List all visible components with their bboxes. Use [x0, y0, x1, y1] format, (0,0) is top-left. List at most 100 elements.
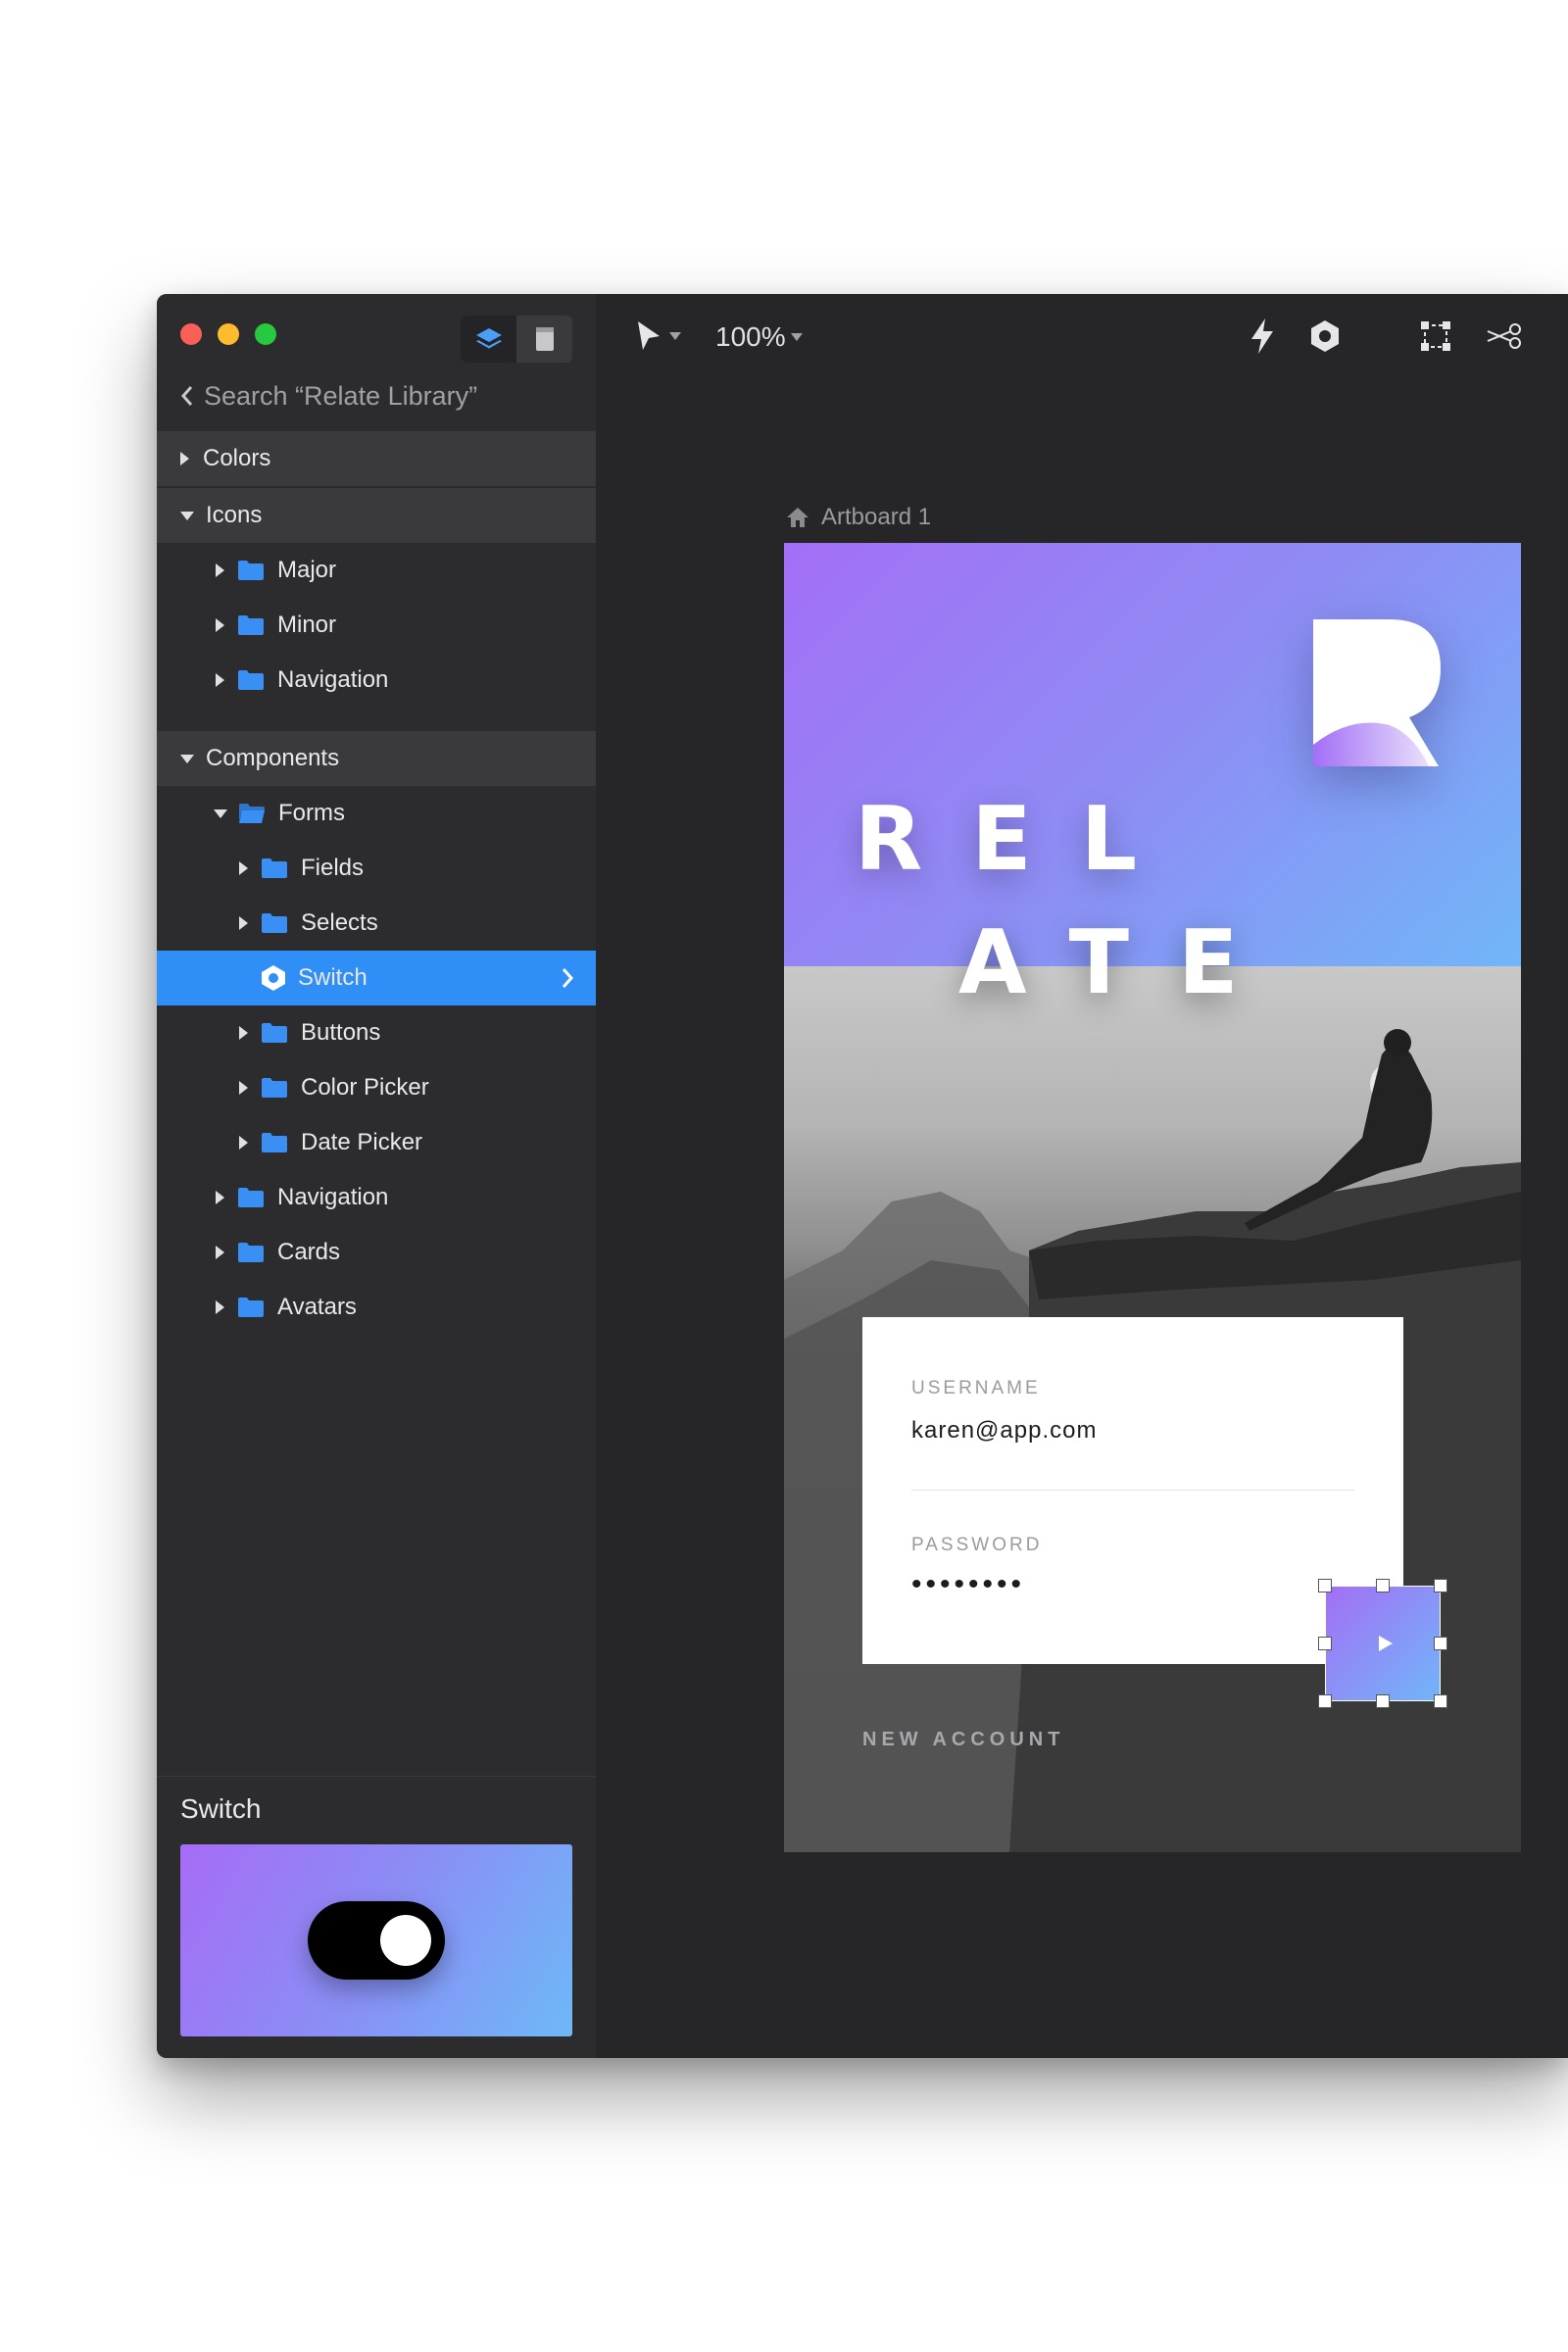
caret-down-icon: [180, 511, 194, 520]
resize-handle[interactable]: [1318, 1579, 1332, 1592]
component-preview[interactable]: [180, 1844, 572, 2036]
artboard-label[interactable]: Artboard 1: [786, 504, 931, 531]
resize-handle[interactable]: [1434, 1694, 1447, 1708]
tree-label: Selects: [301, 909, 378, 936]
password-field[interactable]: ••••••••: [911, 1568, 1025, 1601]
tree-section-icons[interactable]: Icons: [157, 488, 596, 543]
tree-folder-major[interactable]: Major: [157, 543, 596, 598]
open-folder-icon: [239, 804, 265, 823]
tree-label: Major: [277, 557, 337, 583]
caret-down-icon: [669, 332, 681, 340]
tree-component-switch[interactable]: Switch: [157, 951, 596, 1005]
tree-label: Components: [206, 745, 340, 771]
library-sidebar: Search “Relate Library” Colors Icons Maj…: [157, 294, 596, 2058]
resize-handle[interactable]: [1434, 1579, 1447, 1592]
tree-folder-fields[interactable]: Fields: [157, 841, 596, 896]
tree-label: Cards: [277, 1239, 341, 1265]
folder-icon: [238, 615, 264, 635]
caret-right-icon: [239, 1081, 248, 1095]
relate-logo: [1313, 619, 1441, 766]
caret-right-icon: [216, 618, 224, 632]
tree-label: Date Picker: [301, 1129, 423, 1155]
zoom-level: 100%: [715, 321, 786, 352]
zoom-window-button[interactable]: [255, 323, 276, 345]
tree-label: Switch: [298, 964, 368, 991]
resize-handle[interactable]: [1376, 1694, 1390, 1708]
tree-folder-avatars[interactable]: Avatars: [157, 1280, 596, 1335]
tree-label: Colors: [203, 445, 271, 471]
folder-icon: [262, 1133, 287, 1152]
back-to-search-link[interactable]: Search “Relate Library”: [180, 378, 477, 414]
tree-folder-cards[interactable]: Cards: [157, 1225, 596, 1280]
zoom-dropdown[interactable]: 100%: [715, 321, 804, 353]
resize-handle[interactable]: [1376, 1579, 1390, 1592]
folder-icon: [262, 913, 287, 933]
tree-folder-minor[interactable]: Minor: [157, 598, 596, 653]
tree-section-colors[interactable]: Colors: [157, 431, 596, 486]
tree-label: Minor: [277, 612, 337, 638]
artboard-name: Artboard 1: [821, 504, 932, 530]
app-window: Search “Relate Library” Colors Icons Maj…: [157, 294, 1568, 2058]
preview-title: Switch: [180, 1793, 262, 1824]
new-account-link[interactable]: NEW ACCOUNT: [862, 1729, 1064, 1751]
caret-right-icon: [180, 452, 189, 466]
caret-right-icon: [239, 1026, 248, 1040]
cursor-arrow-icon: [638, 321, 660, 350]
brand-title-line1: REL: [855, 788, 1187, 891]
resize-handle[interactable]: [1318, 1694, 1332, 1708]
tree-section-components[interactable]: Components: [157, 731, 596, 786]
folder-icon: [262, 858, 287, 878]
caret-right-icon: [239, 1136, 248, 1150]
divider: [157, 1776, 596, 1777]
chevron-right-icon[interactable]: [561, 967, 574, 989]
caret-down-icon: [790, 333, 803, 341]
folder-icon: [262, 1023, 287, 1043]
back-label: Search “Relate Library”: [204, 380, 478, 411]
password-label: PASSWORD: [911, 1535, 1043, 1555]
tree-folder-navigation-components[interactable]: Navigation: [157, 1170, 596, 1225]
window-controls: [180, 323, 276, 345]
tree-label: Navigation: [277, 1184, 389, 1210]
brand-title-line2: ATE: [958, 911, 1288, 1014]
caret-right-icon: [239, 916, 248, 930]
tree-folder-buttons[interactable]: Buttons: [157, 1005, 596, 1060]
close-window-button[interactable]: [180, 323, 202, 345]
home-icon: [787, 508, 808, 527]
folder-icon: [238, 670, 264, 690]
toolbar-right: [1249, 318, 1523, 355]
layers-view-button[interactable]: [461, 316, 516, 363]
design-canvas[interactable]: 100% Artboard 1 REL ATE USERNAME karen@a…: [596, 294, 1568, 2058]
select-tool-button[interactable]: [635, 319, 682, 353]
tree-label: Color Picker: [301, 1074, 429, 1101]
caret-right-icon: [239, 861, 248, 875]
tree-folder-selects[interactable]: Selects: [157, 896, 596, 951]
component-icon: [262, 965, 285, 991]
username-label: USERNAME: [911, 1378, 1041, 1398]
transform-icon[interactable]: [1419, 319, 1452, 353]
tree-label: Icons: [206, 502, 263, 528]
minimize-window-button[interactable]: [218, 323, 239, 345]
document-view-button[interactable]: [516, 316, 572, 363]
username-field[interactable]: karen@app.com: [911, 1417, 1097, 1445]
folder-icon: [238, 1243, 264, 1262]
scissors-icon[interactable]: [1486, 321, 1523, 351]
lightning-icon[interactable]: [1249, 318, 1276, 355]
play-arrow-icon: [1379, 1636, 1393, 1651]
caret-right-icon: [216, 564, 224, 577]
tree-label: Forms: [278, 800, 345, 826]
caret-right-icon: [216, 1191, 224, 1204]
field-divider: [911, 1490, 1354, 1491]
document-icon: [535, 327, 554, 351]
tree-folder-color-picker[interactable]: Color Picker: [157, 1060, 596, 1115]
resize-handle[interactable]: [1318, 1637, 1332, 1650]
tree-label: Navigation: [277, 666, 389, 693]
component-icon[interactable]: [1309, 319, 1341, 353]
resize-handle[interactable]: [1434, 1637, 1447, 1650]
tree-folder-forms[interactable]: Forms: [157, 786, 596, 841]
tree-folder-navigation[interactable]: Navigation: [157, 653, 596, 708]
caret-right-icon: [216, 673, 224, 687]
folder-icon: [238, 561, 264, 580]
submit-arrow-button[interactable]: [1325, 1586, 1441, 1701]
tree-folder-date-picker[interactable]: Date Picker: [157, 1115, 596, 1170]
tree-label: Avatars: [277, 1294, 357, 1320]
